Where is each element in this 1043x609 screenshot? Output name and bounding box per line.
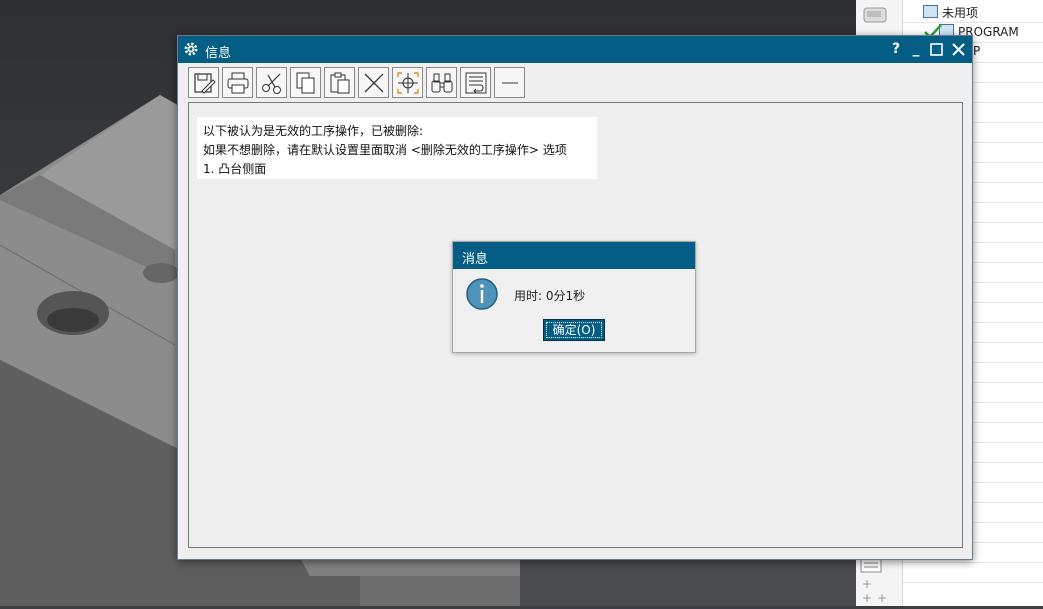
dialog-title: 信息 bbox=[205, 46, 232, 61]
plus-icon[interactable]: + bbox=[862, 577, 872, 591]
paste-icon bbox=[330, 72, 350, 94]
print-button[interactable] bbox=[222, 67, 253, 98]
part-base-bottom bbox=[300, 558, 520, 576]
gear-icon bbox=[184, 42, 198, 56]
copy-button[interactable] bbox=[290, 67, 321, 98]
minimize-button[interactable]: _ bbox=[908, 40, 924, 58]
tree-node-label: 未用项 bbox=[942, 6, 979, 20]
info-line: 如果不想删除，请在默认设置里面取消 <删除无效的工序操作> 选项 bbox=[203, 143, 567, 157]
help-button[interactable]: ? bbox=[888, 40, 904, 58]
folder-icon bbox=[923, 5, 938, 18]
elapsed-time-text: 用时: 0分1秒 bbox=[514, 289, 586, 303]
plus-icon[interactable]: + bbox=[877, 591, 887, 605]
list-edit-icon[interactable] bbox=[860, 557, 882, 573]
save-edit-icon bbox=[194, 73, 216, 94]
ok-button[interactable]: 确定(O) bbox=[543, 319, 605, 341]
wrap-text-icon bbox=[465, 72, 487, 94]
collapse-button[interactable] bbox=[494, 67, 525, 98]
delete-icon bbox=[364, 73, 384, 93]
tree-node-label: P bbox=[973, 44, 981, 58]
center-button[interactable] bbox=[392, 67, 423, 98]
find-button[interactable] bbox=[426, 67, 457, 98]
info-message-box: 以下被认为是无效的工序操作，已被删除: 如果不想删除，请在默认设置里面取消 <删… bbox=[197, 117, 597, 179]
tree-node-unused[interactable]: 未用项 bbox=[923, 4, 978, 21]
cut-icon bbox=[262, 73, 281, 94]
cut-button[interactable] bbox=[256, 67, 287, 98]
tree-row-separator bbox=[903, 562, 1043, 563]
message-title-bar[interactable]: 消息 bbox=[453, 242, 695, 269]
close-icon[interactable] bbox=[952, 43, 965, 56]
machine-icon[interactable] bbox=[863, 7, 887, 23]
print-icon bbox=[227, 72, 249, 94]
tree-node-p[interactable]: P bbox=[973, 44, 980, 58]
info-title-bar[interactable]: 信息 ? _ bbox=[178, 36, 972, 63]
info-line: 以下被认为是无效的工序操作，已被删除: bbox=[203, 124, 424, 138]
message-popup: 消息 用时: 0分1秒 确定(O) bbox=[452, 241, 696, 353]
save-edit-button[interactable] bbox=[188, 67, 219, 98]
info-icon bbox=[466, 278, 498, 310]
delete-button[interactable] bbox=[358, 67, 389, 98]
center-target-icon bbox=[397, 72, 419, 94]
maximize-icon[interactable] bbox=[930, 43, 943, 56]
binoculars-icon bbox=[431, 73, 453, 93]
tree-row-separator bbox=[903, 22, 1043, 23]
wrap-text-button[interactable] bbox=[460, 67, 491, 98]
message-title: 消息 bbox=[462, 252, 489, 267]
tree-row-separator bbox=[903, 582, 1043, 583]
hole-large-inner bbox=[47, 308, 99, 332]
minus-icon bbox=[502, 82, 518, 84]
copy-icon bbox=[296, 72, 315, 94]
hole-small bbox=[143, 263, 179, 283]
info-line: 1. 凸台侧面 bbox=[203, 162, 267, 176]
plus-icon[interactable]: + bbox=[862, 591, 872, 605]
paste-button[interactable] bbox=[324, 67, 355, 98]
